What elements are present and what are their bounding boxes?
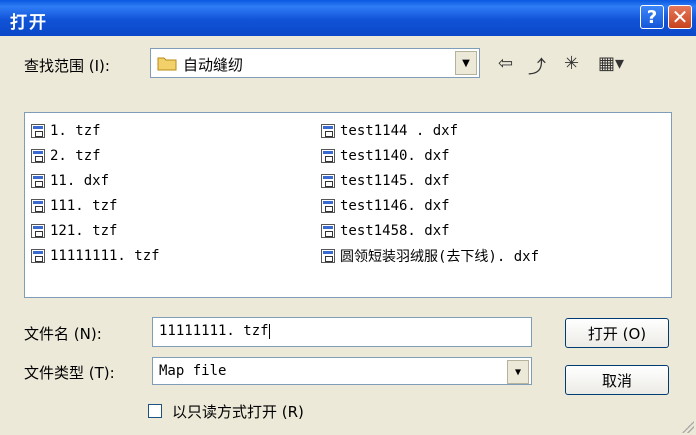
file-icon bbox=[321, 249, 335, 263]
look-in-value: 自动缝纫 bbox=[183, 56, 244, 74]
window-title: 打开 bbox=[10, 13, 48, 33]
list-item[interactable]: 圆领短装羽绒服(去下线). dxf bbox=[321, 246, 539, 266]
list-item[interactable]: test1458. dxf bbox=[321, 221, 450, 241]
open-button[interactable]: 打开 (O) bbox=[565, 318, 669, 348]
list-item[interactable]: test1146. dxf bbox=[321, 196, 450, 216]
list-item[interactable]: 2. tzf bbox=[31, 146, 101, 166]
list-item[interactable]: test1144 . dxf bbox=[321, 121, 458, 141]
filename-label: 文件名 (N): bbox=[24, 325, 102, 343]
file-icon bbox=[321, 174, 335, 188]
read-only-label: 以只读方式打开 (R) bbox=[172, 403, 304, 421]
look-in-dropdown-arrow[interactable]: ▼ bbox=[455, 51, 477, 75]
file-icon bbox=[31, 224, 45, 238]
file-icon bbox=[31, 149, 45, 163]
resize-grip-icon[interactable] bbox=[682, 421, 694, 433]
cancel-button[interactable]: 取消 bbox=[565, 365, 669, 395]
file-list[interactable]: 1. tzf 2. tzf 11. dxf 111. tzf 121. tzf … bbox=[24, 112, 672, 298]
list-item[interactable]: 1. tzf bbox=[31, 121, 101, 141]
list-item[interactable]: test1140. dxf bbox=[321, 146, 450, 166]
text-caret bbox=[268, 323, 270, 339]
list-item[interactable]: test1145. dxf bbox=[321, 171, 450, 191]
filename-input[interactable]: 11111111. tzf bbox=[152, 317, 532, 347]
close-icon: ✕ bbox=[671, 5, 689, 29]
file-icon bbox=[31, 124, 45, 138]
list-item[interactable]: 11. dxf bbox=[31, 171, 109, 191]
help-button[interactable]: ? bbox=[640, 5, 664, 29]
open-dialog: 打开 ? ✕ 查找范围 (I): 自动缝纫 ▼ ⇦ ⤴ ✳ ▦▾ 1. tzf … bbox=[0, 0, 696, 435]
list-item[interactable]: 121. tzf bbox=[31, 221, 117, 241]
filetype-select[interactable]: Map file ▼ bbox=[152, 357, 532, 385]
filetype-value: Map file bbox=[159, 363, 227, 379]
folder-icon bbox=[157, 57, 177, 71]
file-icon bbox=[31, 199, 45, 213]
view-menu-icon[interactable]: ▦▾ bbox=[598, 53, 624, 74]
filename-value: 11111111. tzf bbox=[159, 323, 269, 339]
help-icon: ? bbox=[646, 6, 658, 28]
file-icon bbox=[31, 174, 45, 188]
filetype-dropdown-arrow[interactable]: ▼ bbox=[507, 360, 529, 384]
filetype-label: 文件类型 (T): bbox=[24, 364, 115, 382]
list-item[interactable]: 111. tzf bbox=[31, 196, 117, 216]
file-icon bbox=[321, 199, 335, 213]
close-button[interactable]: ✕ bbox=[668, 5, 692, 29]
read-only-checkbox[interactable] bbox=[148, 404, 162, 418]
new-folder-icon[interactable]: ✳ bbox=[564, 53, 579, 74]
look-in-label: 查找范围 (I): bbox=[24, 57, 110, 75]
file-icon bbox=[31, 249, 45, 263]
file-icon bbox=[321, 149, 335, 163]
look-in-combo[interactable]: 自动缝纫 ▼ bbox=[150, 48, 480, 78]
list-item[interactable]: 11111111. tzf bbox=[31, 246, 160, 266]
back-icon[interactable]: ⇦ bbox=[498, 53, 513, 74]
file-icon bbox=[321, 124, 335, 138]
title-bar[interactable]: 打开 ? ✕ bbox=[0, 0, 696, 36]
up-folder-icon[interactable]: ⤴ bbox=[528, 53, 546, 79]
file-icon bbox=[321, 224, 335, 238]
